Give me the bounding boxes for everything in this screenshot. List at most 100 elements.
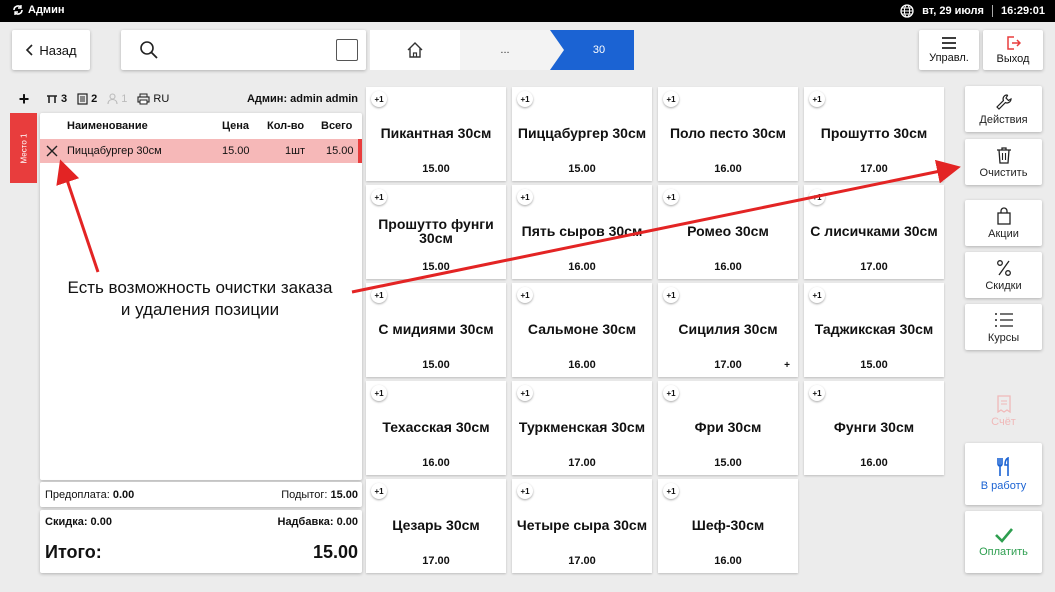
search-input[interactable] xyxy=(121,30,366,70)
product-tile[interactable]: +1 Фри 30см 15.00 xyxy=(658,381,798,475)
product-tile[interactable]: +1 С лисичками 30см 17.00 xyxy=(804,185,944,279)
col-total: Всего xyxy=(321,120,353,132)
prepay-summary: Предоплата: 0.00 Подытог: 15.00 xyxy=(40,482,362,507)
pay-button[interactable]: Оплатить xyxy=(965,511,1042,573)
send-to-work-button[interactable]: В работу xyxy=(965,443,1042,505)
product-tile[interactable]: +1 Четыре сыра 30см 17.00 xyxy=(512,479,652,573)
close-icon[interactable] xyxy=(46,145,58,157)
product-tile[interactable]: +1 Пиццабургер 30см 15.00 xyxy=(512,87,652,181)
product-price: 17.00 xyxy=(860,163,888,175)
breadcrumb-separator xyxy=(550,30,564,70)
product-tile[interactable]: +1 Пять сыров 30см 16.00 xyxy=(512,185,652,279)
guests-count[interactable]: 1 xyxy=(107,93,127,105)
manage-label: Управл. xyxy=(929,52,969,64)
quick-add-badge[interactable]: +1 xyxy=(663,287,679,303)
quick-add-badge[interactable]: +1 xyxy=(809,287,825,303)
actions-button[interactable]: Действия xyxy=(965,86,1042,132)
product-tile[interactable]: +1 Сальмоне 30см 16.00 xyxy=(512,283,652,377)
product-name: Четыре сыра 30см xyxy=(516,517,648,533)
product-name: Техасская 30см xyxy=(382,419,490,435)
quick-add-badge[interactable]: +1 xyxy=(663,189,679,205)
product-tile[interactable]: +1 С мидиями 30см 15.00 xyxy=(366,283,506,377)
quick-add-badge[interactable]: +1 xyxy=(663,385,679,401)
print-language[interactable]: RU xyxy=(137,93,169,105)
docs-count[interactable]: 2 xyxy=(77,93,97,105)
product-name: Поло песто 30см xyxy=(669,125,787,141)
exit-button[interactable]: Выход xyxy=(983,30,1043,70)
quick-add-badge[interactable]: +1 xyxy=(663,483,679,499)
product-tile[interactable]: +1 Сицилия 30см 17.00 + xyxy=(658,283,798,377)
quick-add-badge[interactable]: +1 xyxy=(517,287,533,303)
quick-add-badge[interactable]: +1 xyxy=(809,385,825,401)
quick-add-badge[interactable]: +1 xyxy=(517,385,533,401)
app-name: Админ xyxy=(28,4,65,16)
product-price: 16.00 xyxy=(714,163,742,175)
quick-add-badge[interactable]: +1 xyxy=(517,189,533,205)
order-item-qty: 1шт xyxy=(285,145,305,157)
add-seat-button[interactable]: + xyxy=(12,89,36,110)
language-label: RU xyxy=(153,93,170,105)
totals-summary: Скидка: 0.00 Надбавка: 0.00 Итого: 15.00 xyxy=(40,510,362,573)
tables-count[interactable]: 3 xyxy=(46,93,67,105)
product-price: 16.00 xyxy=(568,261,596,273)
quick-add-badge[interactable]: +1 xyxy=(663,91,679,107)
product-tile[interactable]: +1 Цезарь 30см 17.00 xyxy=(366,479,506,573)
quick-add-badge[interactable]: +1 xyxy=(371,91,387,107)
product-price: 17.00 xyxy=(860,261,888,273)
product-name: Прошутто 30см xyxy=(820,125,928,141)
quick-add-badge[interactable]: +1 xyxy=(809,189,825,205)
docs-count-value: 2 xyxy=(91,93,98,105)
cutlery-icon xyxy=(996,456,1009,476)
discounts-button[interactable]: Скидки xyxy=(965,252,1042,298)
quick-add-badge[interactable]: +1 xyxy=(517,483,533,499)
product-tile[interactable]: +1 Прошутто фунги 30см 15.00 xyxy=(366,185,506,279)
product-tile[interactable]: +1 Шеф-30см 16.00 xyxy=(658,479,798,573)
back-button[interactable]: Назад xyxy=(12,30,90,70)
bag-icon xyxy=(996,206,1011,225)
product-tile[interactable]: +1 Фунги 30см 16.00 xyxy=(804,381,944,475)
product-tile[interactable]: +1 Техасская 30см 16.00 xyxy=(366,381,506,475)
product-tile[interactable]: +1 Пикантная 30см 15.00 xyxy=(366,87,506,181)
order-header: + 3 2 1 RU Админ: admin admin xyxy=(12,86,362,112)
product-name: Шеф-30см xyxy=(691,517,765,533)
product-price: 15.00 xyxy=(422,163,450,175)
courses-button[interactable]: Курсы xyxy=(965,304,1042,350)
quick-add-badge[interactable]: +1 xyxy=(517,91,533,107)
quick-add-badge[interactable]: +1 xyxy=(371,189,387,205)
prepay-label: Предоплата: xyxy=(45,489,110,501)
quick-add-badge[interactable]: +1 xyxy=(371,483,387,499)
product-price: 15.00 xyxy=(860,359,888,371)
discount-value: 0.00 xyxy=(90,516,112,528)
product-tile[interactable]: +1 Таджикская 30см 15.00 xyxy=(804,283,944,377)
back-label: Назад xyxy=(39,42,77,58)
quick-add-badge[interactable]: +1 xyxy=(371,287,387,303)
product-tile[interactable]: +1 Ромео 30см 16.00 xyxy=(658,185,798,279)
menu-icon xyxy=(942,37,956,49)
product-tile[interactable]: +1 Туркменская 30см 17.00 xyxy=(512,381,652,475)
search-checkbox[interactable] xyxy=(336,39,358,61)
promo-button[interactable]: Акции xyxy=(965,200,1042,246)
bill-button[interactable]: Счёт xyxy=(965,388,1042,434)
breadcrumb-item-ellipsis[interactable]: ... xyxy=(460,30,550,70)
product-modifier-indicator: + xyxy=(784,360,790,371)
seat-tab[interactable]: Место 1 xyxy=(10,113,37,183)
manage-button[interactable]: Управл. xyxy=(919,30,979,70)
product-price: 15.00 xyxy=(422,359,450,371)
product-tile[interactable]: +1 Поло песто 30см 16.00 xyxy=(658,87,798,181)
markup: Надбавка: 0.00 xyxy=(278,516,359,528)
clear-button[interactable]: Очистить xyxy=(965,139,1042,185)
tables-count-value: 3 xyxy=(61,93,68,105)
breadcrumb-home[interactable] xyxy=(370,30,460,70)
document-icon xyxy=(77,93,88,105)
trash-icon xyxy=(996,146,1011,164)
product-price: 17.00 xyxy=(714,359,742,371)
bill-label: Счёт xyxy=(991,415,1016,428)
product-tile[interactable]: +1 Прошутто 30см 17.00 xyxy=(804,87,944,181)
actions-label: Действия xyxy=(979,113,1028,126)
quick-add-badge[interactable]: +1 xyxy=(371,385,387,401)
quick-add-badge[interactable]: +1 xyxy=(809,91,825,107)
globe-icon[interactable] xyxy=(900,4,914,18)
product-price: 16.00 xyxy=(714,555,742,567)
exit-label: Выход xyxy=(996,53,1030,65)
order-row[interactable]: Пиццабургер 30см 15.00 1шт 15.00 xyxy=(40,139,362,163)
